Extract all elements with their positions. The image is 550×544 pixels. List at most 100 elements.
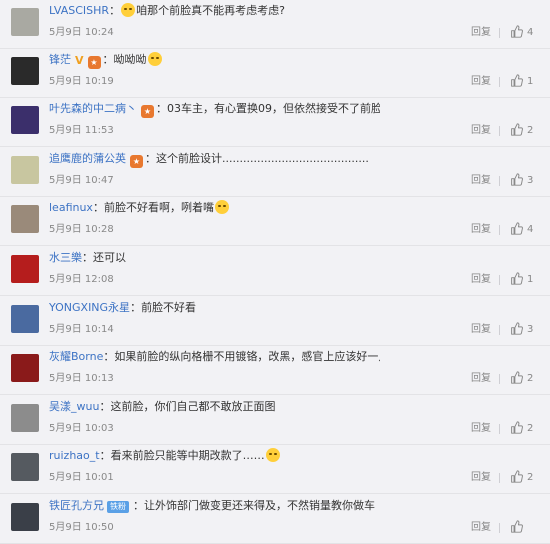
comment-text: 这个前脸设计..................................… bbox=[156, 152, 369, 165]
like-button[interactable]: 1 bbox=[510, 272, 533, 286]
like-button[interactable]: 4 bbox=[510, 222, 533, 236]
thumbs-up-icon bbox=[511, 222, 523, 235]
avatar[interactable] bbox=[11, 57, 39, 85]
like-button[interactable]: 2 bbox=[510, 123, 533, 137]
avatar[interactable] bbox=[11, 503, 39, 531]
colon-separator: ： bbox=[133, 499, 144, 512]
avatar[interactable] bbox=[11, 305, 39, 333]
username-link[interactable]: 叶先森的中二病丶 bbox=[49, 102, 137, 115]
comment-time: 5月9日 10:01 bbox=[49, 472, 114, 483]
like-count: 4 bbox=[527, 224, 534, 235]
reply-button[interactable]: 回复 bbox=[471, 521, 491, 535]
comment-content: 灰耀Borne：如果前脸的纵向格栅不用镀铬，改黑，感官上应该好一点 bbox=[49, 349, 380, 364]
comment-time: 5月9日 11:53 bbox=[49, 125, 114, 136]
emoji-icon bbox=[147, 52, 162, 66]
reply-button[interactable]: 回复 bbox=[471, 372, 491, 386]
member-badge-icon: ★ bbox=[130, 155, 143, 168]
avatar[interactable] bbox=[11, 354, 39, 382]
comment-row: 灰耀Borne：如果前脸的纵向格栅不用镀铬，改黑，感官上应该好一点 5月9日 10… bbox=[0, 346, 550, 395]
colon-separator: ： bbox=[145, 152, 156, 165]
comment-text: 前脸不好看 bbox=[141, 301, 197, 314]
reply-button[interactable]: 回复 bbox=[471, 223, 491, 237]
action-divider bbox=[499, 77, 500, 87]
comment-time: 5月9日 10:24 bbox=[49, 27, 114, 38]
comment-row: 锋茫 V ★ ：呦呦呦 5月9日 10:19 回复 1 bbox=[0, 49, 550, 98]
avatar[interactable] bbox=[11, 106, 39, 134]
username-link[interactable]: 水三樂 bbox=[49, 251, 82, 264]
comment-text: 让外饰部门做变更还来得及，不然销量教你做车 bbox=[144, 499, 375, 512]
comment-row: 铁匠孔方兄 铁粉 ：让外饰部门做变更还来得及，不然销量教你做车 5月9日 10:50 回… bbox=[0, 495, 550, 544]
comment-time: 5月9日 10:19 bbox=[49, 76, 114, 87]
colon-separator: ： bbox=[82, 251, 93, 264]
avatar[interactable] bbox=[11, 156, 39, 184]
username-link[interactable]: YONGXING永星 bbox=[49, 301, 130, 314]
colon-separator: ： bbox=[99, 400, 111, 413]
comment-time: 5月9日 10:14 bbox=[49, 324, 114, 335]
like-count: 2 bbox=[527, 472, 534, 483]
reply-button[interactable]: 回复 bbox=[471, 26, 491, 40]
comment-content: 叶先森的中二病丶 ★ ：03车主，有心置换09，但依然接受不了前脸 bbox=[49, 101, 380, 118]
avatar[interactable] bbox=[11, 8, 39, 36]
comment-text: 咱那个前脸真不能再考虑考虑? bbox=[136, 4, 285, 17]
colon-separator: ： bbox=[109, 4, 121, 17]
username-link[interactable]: 追鹰鹿的蒲公英 bbox=[49, 152, 126, 165]
like-count: 2 bbox=[527, 373, 534, 384]
like-button[interactable]: 2 bbox=[510, 421, 533, 435]
reply-button[interactable]: 回复 bbox=[471, 75, 491, 89]
thumbs-up-icon bbox=[511, 322, 523, 335]
comment-text: 看来前脸只能等中期改款了…… bbox=[110, 449, 265, 462]
thumbs-up-icon bbox=[511, 272, 523, 285]
comment-text: 呦呦呦 bbox=[113, 53, 147, 66]
action-divider bbox=[499, 523, 500, 533]
username-link[interactable]: 吴漾_wuu bbox=[49, 400, 99, 413]
avatar[interactable] bbox=[11, 453, 39, 481]
reply-button[interactable]: 回复 bbox=[471, 273, 491, 287]
username-link[interactable]: LVASCISHR bbox=[49, 4, 109, 17]
comment-text: 前脸不好看啊，咧着嘴 bbox=[103, 201, 214, 214]
comment-time: 5月9日 10:47 bbox=[49, 175, 114, 186]
comment-time: 5月9日 10:03 bbox=[49, 423, 114, 434]
action-divider bbox=[499, 126, 500, 136]
colon-separator: ： bbox=[92, 201, 104, 214]
reply-button[interactable]: 回复 bbox=[471, 323, 491, 337]
colon-separator: ： bbox=[102, 53, 114, 66]
like-count: 4 bbox=[527, 27, 534, 38]
like-button[interactable]: 1 bbox=[510, 74, 533, 88]
reply-button[interactable]: 回复 bbox=[471, 124, 491, 138]
comment-row: 追鹰鹿的蒲公英 ★ ：这个前脸设计.........................… bbox=[0, 148, 550, 197]
reply-button[interactable]: 回复 bbox=[471, 471, 491, 485]
like-button[interactable]: 3 bbox=[510, 322, 533, 336]
avatar[interactable] bbox=[11, 205, 39, 233]
like-button[interactable]: 2 bbox=[510, 371, 533, 385]
like-count: 1 bbox=[527, 76, 534, 87]
comment-content: YONGXING永星：前脸不好看 bbox=[49, 300, 380, 315]
avatar[interactable] bbox=[11, 255, 39, 283]
colon-separator: ： bbox=[103, 350, 115, 363]
username-link[interactable]: ruizhao_t bbox=[49, 449, 100, 462]
username-link[interactable]: leafinux bbox=[49, 201, 93, 214]
thumbs-up-icon bbox=[511, 123, 523, 136]
like-button[interactable]: 2 bbox=[510, 470, 533, 484]
fan-tag-badge: 铁粉 bbox=[107, 501, 129, 513]
comment-text: 03车主，有心置换09，但依然接受不了前脸 bbox=[167, 102, 380, 115]
comment-time: 5月9日 12:08 bbox=[49, 274, 114, 285]
action-divider bbox=[499, 424, 500, 434]
reply-button[interactable]: 回复 bbox=[471, 422, 491, 436]
like-button[interactable]: 4 bbox=[510, 25, 533, 39]
comment-row: YONGXING永星：前脸不好看 5月9日 10:14 回复 3 bbox=[0, 297, 550, 346]
like-button[interactable]: 3 bbox=[510, 173, 533, 187]
colon-separator: ： bbox=[156, 102, 167, 115]
like-button[interactable] bbox=[510, 520, 527, 534]
username-link[interactable]: 锋茫 bbox=[49, 53, 71, 66]
like-count: 3 bbox=[527, 324, 534, 335]
avatar[interactable] bbox=[11, 404, 39, 432]
reply-button[interactable]: 回复 bbox=[471, 174, 491, 188]
comment-time: 5月9日 10:13 bbox=[49, 373, 114, 384]
username-link[interactable]: 灰耀Borne bbox=[49, 350, 103, 363]
member-badge-icon: ★ bbox=[87, 56, 101, 69]
action-divider bbox=[499, 473, 500, 483]
comment-list: LVASCISHR： 咱那个前脸真不能再考虑考虑? 5月9日 10:24 回复 4 锋茫 V… bbox=[0, 0, 550, 544]
username-link[interactable]: 铁匠孔方兄 bbox=[49, 499, 104, 512]
comment-time: 5月9日 10:50 bbox=[49, 522, 114, 533]
thumbs-up-icon bbox=[511, 371, 523, 384]
